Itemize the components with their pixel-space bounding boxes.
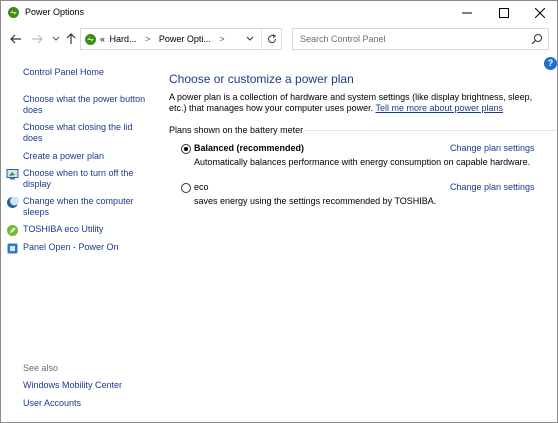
plans-group-label: Plans shown on the battery meter	[169, 125, 304, 135]
left-navigation-pane: Control Panel Home Choose what the power…	[1, 54, 161, 422]
power-options-app-icon	[8, 7, 19, 18]
refresh-button[interactable]	[261, 29, 282, 49]
breadcrumb-separator[interactable]: >	[145, 34, 150, 44]
eco-plan-name[interactable]: eco	[194, 182, 209, 192]
moon-icon	[7, 196, 19, 208]
recent-locations-button[interactable]	[49, 32, 63, 46]
arrow-right-icon	[32, 34, 43, 44]
balanced-plan-radio[interactable]	[181, 144, 191, 154]
eco-plan-radio[interactable]	[181, 183, 191, 193]
panel-icon	[7, 243, 18, 254]
breadcrumb-power-options[interactable]: Power Opti...	[159, 34, 211, 44]
search-input[interactable]: Search Control Panel	[292, 28, 549, 50]
page-title: Choose or customize a power plan	[169, 72, 354, 86]
sidebar-link-computer-sleeps[interactable]: Change when the computer sleeps	[23, 196, 134, 218]
up-button[interactable]	[64, 32, 78, 46]
chevron-down-icon	[52, 36, 60, 41]
arrow-up-icon	[66, 33, 76, 44]
address-dropdown-button[interactable]	[241, 29, 259, 49]
see-also-user-accounts[interactable]: User Accounts	[23, 398, 81, 409]
address-overflow-chevron[interactable]: «	[100, 34, 105, 44]
arrow-left-icon	[10, 34, 21, 44]
see-also-mobility-center[interactable]: Windows Mobility Center	[23, 380, 122, 391]
balanced-plan-name[interactable]: Balanced (recommended)	[194, 143, 304, 153]
see-also-label: See also	[23, 363, 59, 373]
power-options-address-icon	[85, 34, 96, 45]
monitor-icon	[6, 169, 19, 180]
control-panel-home-link[interactable]: Control Panel Home	[23, 67, 104, 78]
power-options-window: Power Options « Hard... > Power Opti... …	[0, 0, 558, 423]
sidebar-link-create-plan[interactable]: Create a power plan	[23, 151, 104, 162]
maximize-icon	[499, 7, 509, 18]
back-button[interactable]	[9, 32, 23, 46]
forward-button[interactable]	[30, 32, 44, 46]
balanced-plan-description: Automatically balances performance with …	[194, 157, 531, 167]
sidebar-link-closing-lid[interactable]: Choose what closing the lid does	[23, 122, 133, 144]
address-bar[interactable]: « Hard... > Power Opti... >	[80, 28, 282, 50]
sidebar-link-toshiba-eco[interactable]: TOSHIBA eco Utility	[23, 224, 103, 235]
search-placeholder: Search Control Panel	[300, 34, 386, 44]
breadcrumb-separator-2[interactable]: >	[219, 34, 224, 44]
sidebar-link-power-button[interactable]: Choose what the power button does	[23, 94, 145, 116]
window-title: Power Options	[25, 7, 85, 17]
eco-change-settings-link[interactable]: Change plan settings	[450, 182, 535, 192]
address-path: « Hard... > Power Opti... >	[100, 34, 225, 44]
close-button[interactable]	[522, 1, 557, 24]
maximize-button[interactable]	[486, 1, 522, 24]
title-bar[interactable]: Power Options	[1, 1, 557, 24]
refresh-icon	[268, 34, 277, 44]
breadcrumb-hardware[interactable]: Hard...	[110, 34, 137, 44]
minimize-icon	[462, 12, 472, 13]
main-content: Choose or customize a power plan A power…	[169, 54, 557, 422]
navigation-bar: « Hard... > Power Opti... > Search Contr…	[1, 24, 557, 54]
learn-more-link[interactable]: Tell me more about power plans	[375, 103, 503, 113]
sidebar-link-turn-off-display[interactable]: Choose when to turn off the display	[23, 168, 133, 190]
eco-plan-description: saves energy using the settings recommen…	[194, 196, 437, 206]
search-icon[interactable]	[531, 33, 543, 45]
group-divider	[304, 130, 556, 131]
page-description: A power plan is a collection of hardware…	[169, 92, 549, 114]
minimize-button[interactable]	[449, 1, 485, 24]
balanced-change-settings-link[interactable]: Change plan settings	[450, 143, 535, 153]
close-icon	[535, 7, 545, 18]
sidebar-link-panel-open[interactable]: Panel Open - Power On	[23, 242, 119, 253]
chevron-down-icon	[246, 36, 254, 41]
leaf-icon	[7, 225, 18, 236]
